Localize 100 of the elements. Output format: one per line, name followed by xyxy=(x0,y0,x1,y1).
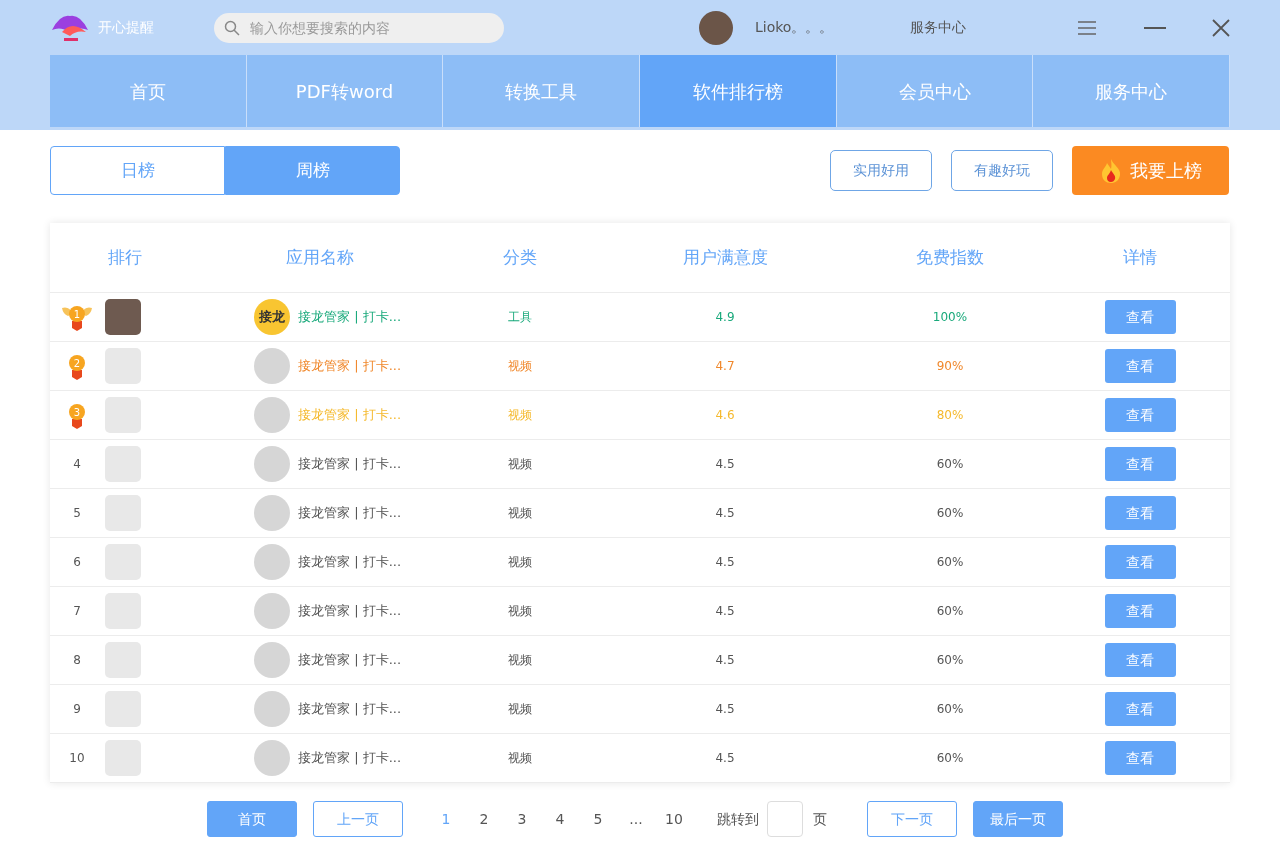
rating-cell-text: 4.6 xyxy=(714,407,736,424)
page-number[interactable]: 10 xyxy=(655,807,693,831)
page-number[interactable]: ... xyxy=(617,807,655,831)
category-cell-text: 视频 xyxy=(507,554,533,571)
app-name[interactable]: 接龙管家 | 打卡... xyxy=(298,650,402,670)
category-cell-text: 视频 xyxy=(507,358,533,375)
nav-tab[interactable]: 服务中心 xyxy=(1033,55,1231,127)
rating-cell-text: 4.5 xyxy=(714,554,736,571)
view-button[interactable]: 查看 xyxy=(1104,447,1176,481)
page-number[interactable]: 3 xyxy=(503,807,541,831)
submit-ranking-button[interactable]: 我要上榜 xyxy=(1072,146,1229,195)
free-index-cell-text: 60% xyxy=(935,505,965,522)
rating-cell-text: 4.5 xyxy=(714,505,736,522)
nav-tab[interactable]: 首页 xyxy=(50,55,247,127)
free-index-cell-text: 60% xyxy=(935,554,965,571)
next-page-button[interactable]: 下一页 xyxy=(867,801,957,837)
app-icon-placeholder xyxy=(254,691,290,727)
filter-button[interactable]: 实用好用 xyxy=(830,150,932,191)
rating-cell-text: 4.7 xyxy=(714,358,736,375)
nav-tab[interactable]: 软件排行榜 xyxy=(640,55,837,127)
app-icon-placeholder xyxy=(254,348,290,384)
close-icon[interactable] xyxy=(1212,18,1230,37)
prev-page-button[interactable]: 上一页 xyxy=(313,801,403,837)
view-button[interactable]: 查看 xyxy=(1104,692,1176,726)
category-cell-text: 视频 xyxy=(507,456,533,473)
view-button[interactable]: 查看 xyxy=(1104,741,1176,775)
rank-number: 4 xyxy=(72,456,82,473)
app-logo: 接龙 xyxy=(254,299,290,335)
view-button[interactable]: 查看 xyxy=(1104,545,1176,579)
service-center-link[interactable]: 服务中心 xyxy=(910,17,966,38)
nav-tab[interactable]: 转换工具 xyxy=(443,55,640,127)
free-index-cell-text: 60% xyxy=(935,750,965,767)
app-name[interactable]: 接龙管家 | 打卡... xyxy=(298,503,402,523)
category-cell-text: 视频 xyxy=(507,701,533,718)
rating-cell-text: 4.5 xyxy=(714,456,736,473)
free-index-cell-text: 90% xyxy=(935,358,965,375)
app-icon-placeholder xyxy=(254,740,290,776)
category-cell-text: 视频 xyxy=(507,603,533,620)
category-cell-text: 视频 xyxy=(507,407,533,424)
view-button[interactable]: 查看 xyxy=(1104,643,1176,677)
view-button[interactable]: 查看 xyxy=(1104,349,1176,383)
app-icon-placeholder xyxy=(254,495,290,531)
app-name[interactable]: 接龙管家 | 打卡... xyxy=(298,601,402,621)
menu-icon[interactable] xyxy=(1078,20,1096,35)
free-index-cell-text: 80% xyxy=(935,407,965,424)
category-cell-text: 视频 xyxy=(507,652,533,669)
page-number[interactable]: 1 xyxy=(427,807,465,831)
app-name[interactable]: 接龙管家 | 打卡... xyxy=(298,552,402,572)
app-icon-placeholder xyxy=(254,642,290,678)
period-tab[interactable]: 日榜 xyxy=(50,146,225,195)
rank-number: 8 xyxy=(72,652,82,669)
app-icon-placeholder xyxy=(254,593,290,629)
search-field[interactable]: 输入你想要搜索的内容 xyxy=(214,12,504,43)
free-index-cell-text: 60% xyxy=(935,652,965,669)
app-name[interactable]: 接龙管家 | 打卡... xyxy=(298,699,402,719)
free-index-cell-text: 60% xyxy=(935,701,965,718)
app-icon-placeholder xyxy=(254,446,290,482)
column-header: 用户满意度 xyxy=(681,245,769,269)
flame-icon xyxy=(1099,157,1122,184)
period-tab[interactable]: 周榜 xyxy=(225,146,400,195)
page-number[interactable]: 2 xyxy=(465,807,503,831)
app-name[interactable]: 接龙管家 | 打卡... xyxy=(298,356,402,376)
app-name[interactable]: 接龙管家 | 打卡... xyxy=(298,405,402,425)
filter-button[interactable]: 有趣好玩 xyxy=(951,150,1053,191)
app-name[interactable]: 接龙管家 | 打卡... xyxy=(298,307,402,327)
rating-cell-text: 4.9 xyxy=(714,309,736,326)
category-cell-text: 视频 xyxy=(507,750,533,767)
free-index-cell-text: 60% xyxy=(935,456,965,473)
free-index-cell-text: 60% xyxy=(935,603,965,620)
rating-cell-text: 4.5 xyxy=(714,750,736,767)
search-icon xyxy=(224,19,240,36)
column-header: 分类 xyxy=(502,245,538,269)
rank-number: 10 xyxy=(68,750,86,767)
page-input[interactable] xyxy=(767,801,803,837)
app-name[interactable]: 接龙管家 | 打卡... xyxy=(298,748,402,768)
free-index-cell-text: 100% xyxy=(931,309,969,326)
view-button[interactable]: 查看 xyxy=(1104,398,1176,432)
app-icon-placeholder xyxy=(254,544,290,580)
rank-number: 7 xyxy=(72,603,82,620)
last-page-button[interactable]: 最后一页 xyxy=(973,801,1063,837)
column-header: 应用名称 xyxy=(285,245,355,269)
rating-cell-text: 4.5 xyxy=(714,652,736,669)
column-header: 免费指数 xyxy=(915,245,985,269)
user-name: Lioko。。。 xyxy=(755,18,835,37)
rating-cell-text: 4.5 xyxy=(714,603,736,620)
rank-number: 9 xyxy=(72,701,82,718)
first-page-button[interactable]: 首页 xyxy=(207,801,297,837)
column-header: 排行 xyxy=(107,245,143,269)
minimize-icon[interactable] xyxy=(1144,26,1166,29)
nav-tab[interactable]: PDF转word xyxy=(246,55,444,127)
avatar[interactable] xyxy=(699,10,733,45)
page-number[interactable]: 5 xyxy=(579,807,617,831)
page-number[interactable]: 4 xyxy=(541,807,579,831)
view-button[interactable]: 查看 xyxy=(1104,496,1176,530)
view-button[interactable]: 查看 xyxy=(1104,300,1176,334)
category-cell-text: 工具 xyxy=(507,309,533,326)
view-button[interactable]: 查看 xyxy=(1104,594,1176,628)
nav-tab[interactable]: 会员中心 xyxy=(836,55,1034,127)
rank-number: 5 xyxy=(72,505,82,522)
app-name[interactable]: 接龙管家 | 打卡... xyxy=(298,454,402,474)
